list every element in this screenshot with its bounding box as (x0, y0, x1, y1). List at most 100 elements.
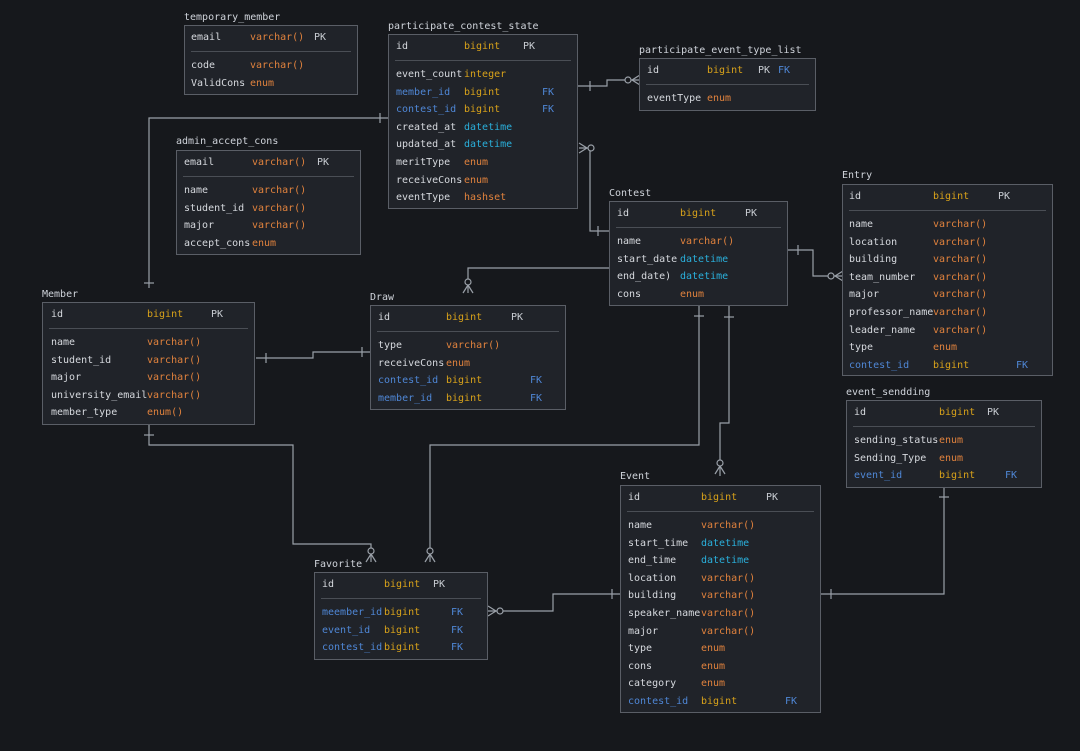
header-divider (49, 328, 248, 329)
column-type: enum (680, 288, 705, 300)
column-name: eventType (647, 93, 702, 104)
column-name: end_date) (617, 271, 672, 283)
table-draw[interactable]: id bigint PK type varchar() receiveCons enum co… (370, 305, 566, 410)
table-row: location varchar() (621, 571, 820, 587)
column-name: email (191, 32, 222, 43)
header-divider (395, 60, 571, 61)
table-title-draw: Draw (370, 292, 395, 303)
relation-pcs-petl (578, 74, 641, 91)
column-name: contest_id (628, 696, 689, 707)
table-row: event_count integer (389, 67, 577, 83)
column-name: university_email (51, 389, 148, 401)
column-name: id (322, 579, 335, 590)
table-row: Sending_Type enum (847, 451, 1041, 467)
header-divider (183, 176, 354, 177)
primary-key-badge: PK (766, 492, 779, 503)
column-type: bigint (933, 191, 970, 202)
column-type: enum (464, 157, 489, 168)
column-type: varchar() (933, 254, 988, 266)
column-type: bigint (701, 492, 738, 503)
table-row: professor_name varchar() (843, 305, 1052, 321)
foreign-key-badge: FK (530, 375, 543, 387)
primary-key-badge: PK (317, 157, 330, 168)
column-type: varchar() (446, 340, 501, 351)
column-type: varchar() (933, 289, 988, 301)
table-title-member: Member (42, 289, 79, 300)
foreign-key-badge: FK (542, 104, 555, 116)
table-row: start_date datetime (610, 252, 787, 268)
column-name: event_count (396, 69, 463, 80)
column-name: major (184, 220, 215, 232)
foreign-key-badge: FK (530, 392, 543, 404)
column-name: receiveCons (378, 357, 445, 369)
table-row: accept_cons enum (177, 236, 360, 252)
primary-key-badge: PK (758, 65, 771, 76)
table-row: member_id bigint FK (371, 391, 565, 407)
column-name: ValidCons (191, 78, 246, 89)
table-event_sendding[interactable]: id bigint PK sending_status enum Sending_Type… (846, 400, 1042, 488)
table-favorite[interactable]: id bigint PK meember_id bigint FK event_id bigi… (314, 572, 488, 660)
column-type: varchar() (252, 220, 307, 232)
table-row: type enum (621, 641, 820, 657)
table-entry[interactable]: id bigint PK name varchar() location varchar()… (842, 184, 1053, 376)
table-row: cons enum (621, 659, 820, 675)
column-type: enum (446, 357, 471, 369)
column-type: datetime (680, 253, 729, 265)
table-row: speaker_name varchar() (621, 606, 820, 622)
table-row: updated_at datetime (389, 137, 577, 153)
column-name: leader_name (849, 324, 916, 336)
column-name: meember_id (322, 607, 383, 618)
primary-key-badge: PK (211, 309, 224, 320)
column-type: bigint (464, 104, 501, 116)
foreign-key-badge: FK (451, 624, 464, 636)
primary-key-badge: PK (433, 579, 446, 590)
table-row: major varchar() (843, 287, 1052, 303)
relation-contest-pcs (578, 142, 610, 236)
table-row: name varchar() (177, 183, 360, 199)
column-name: major (849, 289, 880, 301)
table-row: major varchar() (177, 218, 360, 234)
relation-member-draw (256, 347, 371, 363)
table-event[interactable]: id bigint PK name varchar() start_time datetim… (620, 485, 821, 713)
table-contest[interactable]: id bigint PK name varchar() start_date datetim… (609, 201, 788, 306)
table-row: student_id varchar() (43, 353, 254, 369)
table-participate_contest_state[interactable]: id bigint PK event_count integer member_id big… (388, 34, 578, 209)
column-type: enum (939, 435, 964, 446)
table-row: team_number varchar() (843, 270, 1052, 286)
column-type: bigint (464, 41, 501, 52)
table-row: major varchar() (43, 370, 254, 386)
column-type: varchar() (252, 157, 307, 168)
table-row: contest_id bigint FK (389, 102, 577, 118)
column-name: name (617, 236, 642, 247)
table-title-event: Event (620, 471, 651, 482)
column-type: varchar() (701, 590, 756, 602)
primary-key-badge: PK (745, 208, 758, 219)
foreign-key-badge: FK (1016, 359, 1029, 371)
table-member[interactable]: id bigint PK name varchar() student_id varchar… (42, 302, 255, 425)
relation-contest-entry (788, 245, 844, 282)
column-name: professor_name (849, 307, 934, 318)
column-name: location (628, 572, 677, 584)
table-title-favorite: Favorite (314, 559, 363, 570)
column-type: varchar() (933, 219, 988, 230)
table-temporary_member[interactable]: email varchar() PK code varchar() ValidCons en… (184, 25, 358, 95)
column-name: meritType (396, 157, 451, 168)
primary-key-badge: PK (987, 407, 1000, 418)
table-title-contest: Contest (609, 188, 652, 199)
table-row: leader_name varchar() (843, 323, 1052, 339)
column-type: bigint (464, 86, 501, 98)
column-name: email (184, 157, 215, 168)
table-title-admin_accept_cons: admin_accept_cons (176, 136, 279, 147)
table-row: id bigint PK (843, 189, 1052, 205)
column-type: varchar() (680, 236, 735, 247)
column-name: id (628, 492, 641, 503)
table-admin_accept_cons[interactable]: email varchar() PK name varchar() student_id v… (176, 150, 361, 255)
table-row: name varchar() (843, 217, 1052, 233)
table-row: id bigint PK (610, 206, 787, 222)
column-name: id (396, 41, 409, 52)
column-name: type (378, 340, 403, 351)
table-participate_event_type_list[interactable]: id bigint PK FK eventType enum (639, 58, 816, 111)
column-name: contest_id (378, 375, 439, 387)
table-row: ValidCons enum (185, 76, 357, 92)
column-type: varchar() (250, 60, 305, 71)
